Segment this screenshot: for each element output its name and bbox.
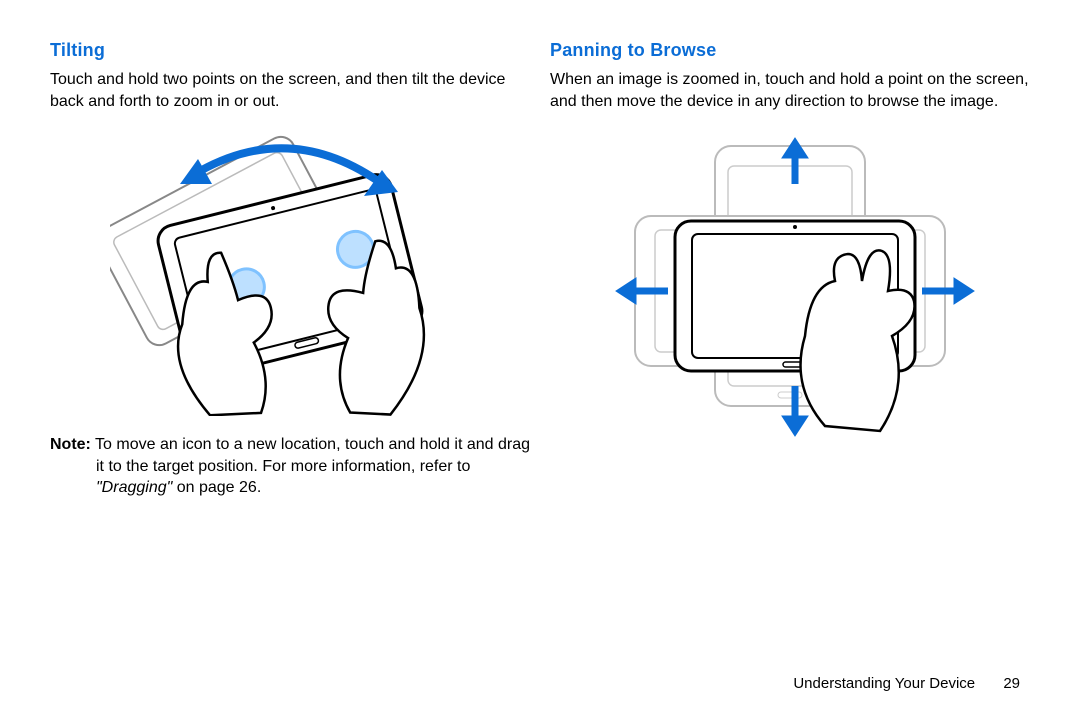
note-text-2: on page 26.	[172, 479, 261, 496]
right-column: Panning to Browse When an image is zoome…	[550, 40, 1030, 720]
document-page: Tilting Touch and hold two points on the…	[0, 0, 1080, 720]
panning-figure	[550, 126, 1030, 456]
panning-heading: Panning to Browse	[550, 40, 1030, 61]
note-label: Note:	[50, 436, 91, 453]
tilting-body: Touch and hold two points on the screen,…	[50, 69, 530, 112]
tilting-heading: Tilting	[50, 40, 530, 61]
panning-body: When an image is zoomed in, touch and ho…	[550, 69, 1030, 112]
panning-illustration-icon	[580, 126, 1000, 456]
footer-section: Understanding Your Device	[793, 675, 975, 692]
page-footer: Understanding Your Device 29	[793, 675, 1020, 692]
left-column: Tilting Touch and hold two points on the…	[50, 40, 530, 720]
tilting-figure	[50, 126, 530, 416]
tilting-note: Note: To move an icon to a new location,…	[50, 434, 530, 499]
note-ref: "Dragging"	[96, 479, 172, 496]
tilting-illustration-icon	[110, 126, 470, 416]
note-text-1: To move an icon to a new location, touch…	[91, 436, 530, 475]
footer-page-number: 29	[1003, 675, 1020, 692]
